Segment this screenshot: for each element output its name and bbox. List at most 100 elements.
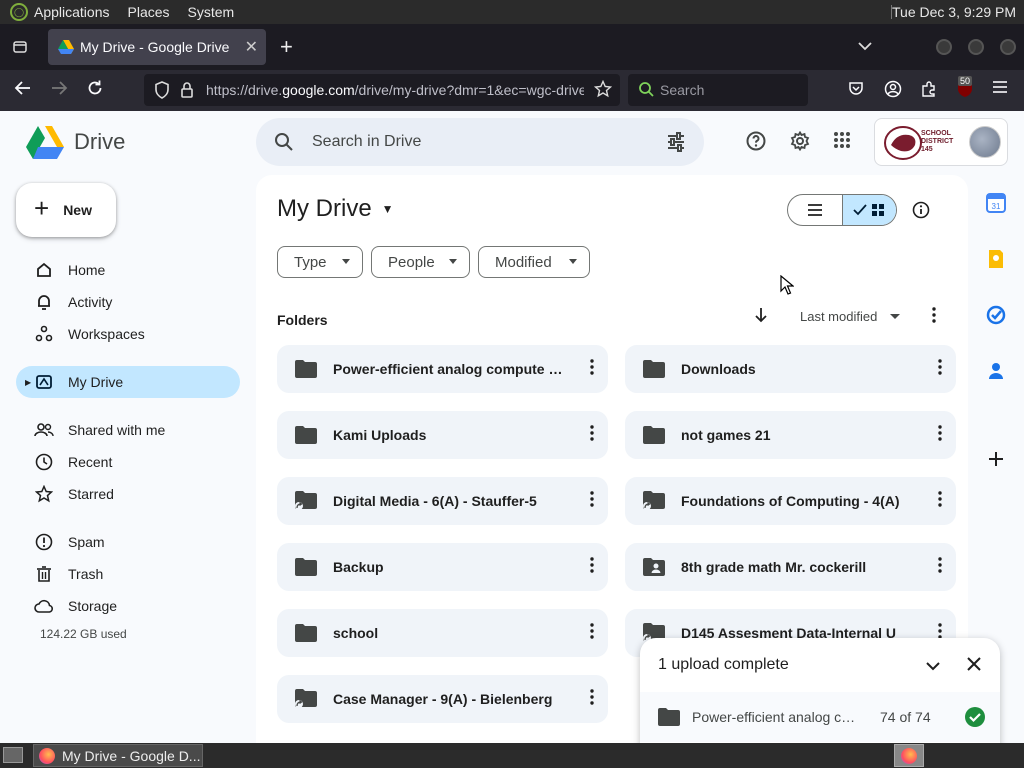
show-desktop-icon[interactable] — [3, 747, 23, 763]
workspace-switcher[interactable] — [894, 744, 924, 767]
folder-card[interactable]: Foundations of Computing - 4(A) — [625, 477, 956, 525]
list-view-button[interactable] — [788, 195, 842, 225]
svg-text:31: 31 — [992, 202, 1001, 211]
sidebar-item-recent[interactable]: Recent — [16, 446, 240, 478]
title-dropdown-icon[interactable]: ▼ — [382, 202, 394, 216]
distro-logo-icon[interactable]: ◯ — [10, 3, 28, 21]
info-icon[interactable] — [912, 201, 930, 224]
filter-chip-modified[interactable]: Modified — [478, 246, 590, 278]
folder-more-options-icon[interactable] — [590, 557, 594, 576]
folder-more-options-icon[interactable] — [938, 491, 942, 510]
account-switcher[interactable]: SCHOOL DISTRICT 145 — [874, 118, 1008, 166]
keep-icon[interactable] — [986, 249, 1006, 269]
search-icon[interactable] — [274, 132, 294, 157]
folder-name: not games 21 — [681, 427, 771, 443]
browser-search-bar[interactable]: Search — [628, 74, 808, 106]
collapse-chevron-icon[interactable] — [926, 658, 940, 676]
folder-card[interactable]: Backup — [277, 543, 608, 591]
expand-caret-icon[interactable]: ▶ — [25, 378, 31, 387]
org-name: SCHOOL DISTRICT 145 — [921, 130, 954, 153]
window-close-icon[interactable] — [1000, 39, 1016, 55]
taskbar-window-button[interactable]: My Drive - Google D... — [33, 744, 203, 767]
menu-applications[interactable]: Applications — [34, 4, 110, 20]
sidebar-item-starred[interactable]: Starred — [16, 478, 240, 510]
add-addon-plus-icon[interactable] — [986, 449, 1006, 469]
sidebar-item-my-drive[interactable]: ▶ My Drive — [16, 366, 240, 398]
apps-grid-icon[interactable] — [833, 131, 851, 154]
url-bar[interactable]: https://drive.google.com/drive/my-drive?… — [144, 74, 620, 106]
clock[interactable]: Tue Dec 3, 9:29 PM — [892, 4, 1016, 20]
sidebar-item-storage[interactable]: Storage — [16, 590, 240, 622]
bookmark-star-icon[interactable] — [593, 79, 613, 101]
sort-dropdown-icon[interactable] — [890, 314, 900, 320]
folder-card[interactable]: not games 21 — [625, 411, 956, 459]
folder-card[interactable]: Power-efficient analog compute for edge … — [277, 345, 608, 393]
drive-search-input[interactable] — [312, 130, 652, 154]
back-arrow-icon[interactable] — [14, 79, 32, 102]
contacts-icon[interactable] — [986, 361, 1006, 381]
folder-more-options-icon[interactable] — [938, 359, 942, 378]
drive-logo[interactable]: Drive — [26, 125, 125, 159]
account-icon[interactable] — [884, 80, 902, 103]
sidebar-item-spam[interactable]: Spam — [16, 526, 240, 558]
sidebar-item-workspaces[interactable]: Workspaces — [16, 318, 240, 350]
folder-more-options-icon[interactable] — [938, 557, 942, 576]
page-title[interactable]: My Drive ▼ — [277, 195, 394, 223]
menu-system[interactable]: System — [188, 4, 235, 20]
upload-item-row[interactable]: Power-efficient analog compute 74 of 74 — [640, 692, 1000, 742]
sidebar-item-activity[interactable]: Activity — [16, 286, 240, 318]
sidebar-item-shared[interactable]: Shared with me — [16, 414, 240, 446]
folder-icon — [295, 558, 317, 576]
new-button[interactable]: + New — [16, 183, 116, 237]
calendar-icon[interactable]: 31 — [986, 193, 1006, 213]
more-options-icon[interactable] — [932, 307, 936, 328]
hamburger-menu-icon[interactable] — [992, 80, 1008, 99]
folder-more-options-icon[interactable] — [590, 689, 594, 708]
pocket-icon[interactable] — [848, 80, 864, 101]
folder-more-options-icon[interactable] — [590, 623, 594, 642]
url-text[interactable]: https://drive.google.com/drive/my-drive?… — [206, 82, 584, 98]
settings-gear-icon[interactable] — [790, 130, 810, 156]
tab-close-icon[interactable]: ✕ — [245, 37, 258, 57]
folder-card[interactable]: school — [277, 609, 608, 657]
search-options-icon[interactable] — [666, 132, 686, 157]
drive-search-box[interactable] — [256, 118, 704, 166]
folder-name: Backup — [333, 559, 384, 575]
lock-icon[interactable] — [180, 81, 194, 102]
sort-by-label[interactable]: Last modified — [800, 309, 877, 324]
folder-icon — [643, 360, 665, 378]
folder-card[interactable]: Downloads — [625, 345, 956, 393]
new-tab-icon[interactable]: + — [280, 34, 293, 60]
tab-my-drive[interactable]: My Drive - Google Drive ✕ — [48, 29, 266, 65]
window-minimize-icon[interactable] — [936, 39, 952, 55]
folder-icon — [295, 624, 317, 642]
filter-chip-people[interactable]: People — [371, 246, 470, 278]
folder-card[interactable]: Kami Uploads — [277, 411, 608, 459]
folder-more-options-icon[interactable] — [590, 359, 594, 378]
folder-card[interactable]: 8th grade math Mr. cockerill — [625, 543, 956, 591]
reload-icon[interactable] — [86, 79, 104, 102]
tracking-shield-icon[interactable] — [154, 81, 170, 102]
folder-card[interactable]: Case Manager - 9(A) - Bielenberg — [277, 675, 608, 723]
window-maximize-icon[interactable] — [968, 39, 984, 55]
folder-card[interactable]: Digital Media - 6(A) - Stauffer-5 — [277, 477, 608, 525]
sidebar-item-trash[interactable]: Trash — [16, 558, 240, 590]
grid-view-button[interactable] — [841, 195, 896, 225]
extension-badge: 50 — [958, 76, 973, 86]
folder-more-options-icon[interactable] — [938, 425, 942, 444]
folder-more-options-icon[interactable] — [590, 491, 594, 510]
filter-chip-type[interactable]: Type — [277, 246, 363, 278]
sort-direction-arrow-icon[interactable] — [754, 307, 768, 328]
sidebar-item-home[interactable]: Home — [16, 254, 240, 286]
menu-places[interactable]: Places — [128, 4, 170, 20]
storage-used-text: 124.22 GB used — [40, 627, 127, 641]
extensions-puzzle-icon[interactable] — [920, 80, 938, 103]
forward-arrow-icon[interactable] — [50, 79, 68, 102]
help-icon[interactable] — [746, 131, 766, 156]
tab-overflow-chevron-icon[interactable] — [858, 38, 872, 56]
close-icon[interactable] — [966, 656, 982, 677]
folder-more-options-icon[interactable] — [590, 425, 594, 444]
tab-list-icon[interactable] — [0, 24, 40, 70]
tasks-icon[interactable] — [986, 305, 1006, 325]
avatar[interactable] — [969, 126, 1001, 158]
